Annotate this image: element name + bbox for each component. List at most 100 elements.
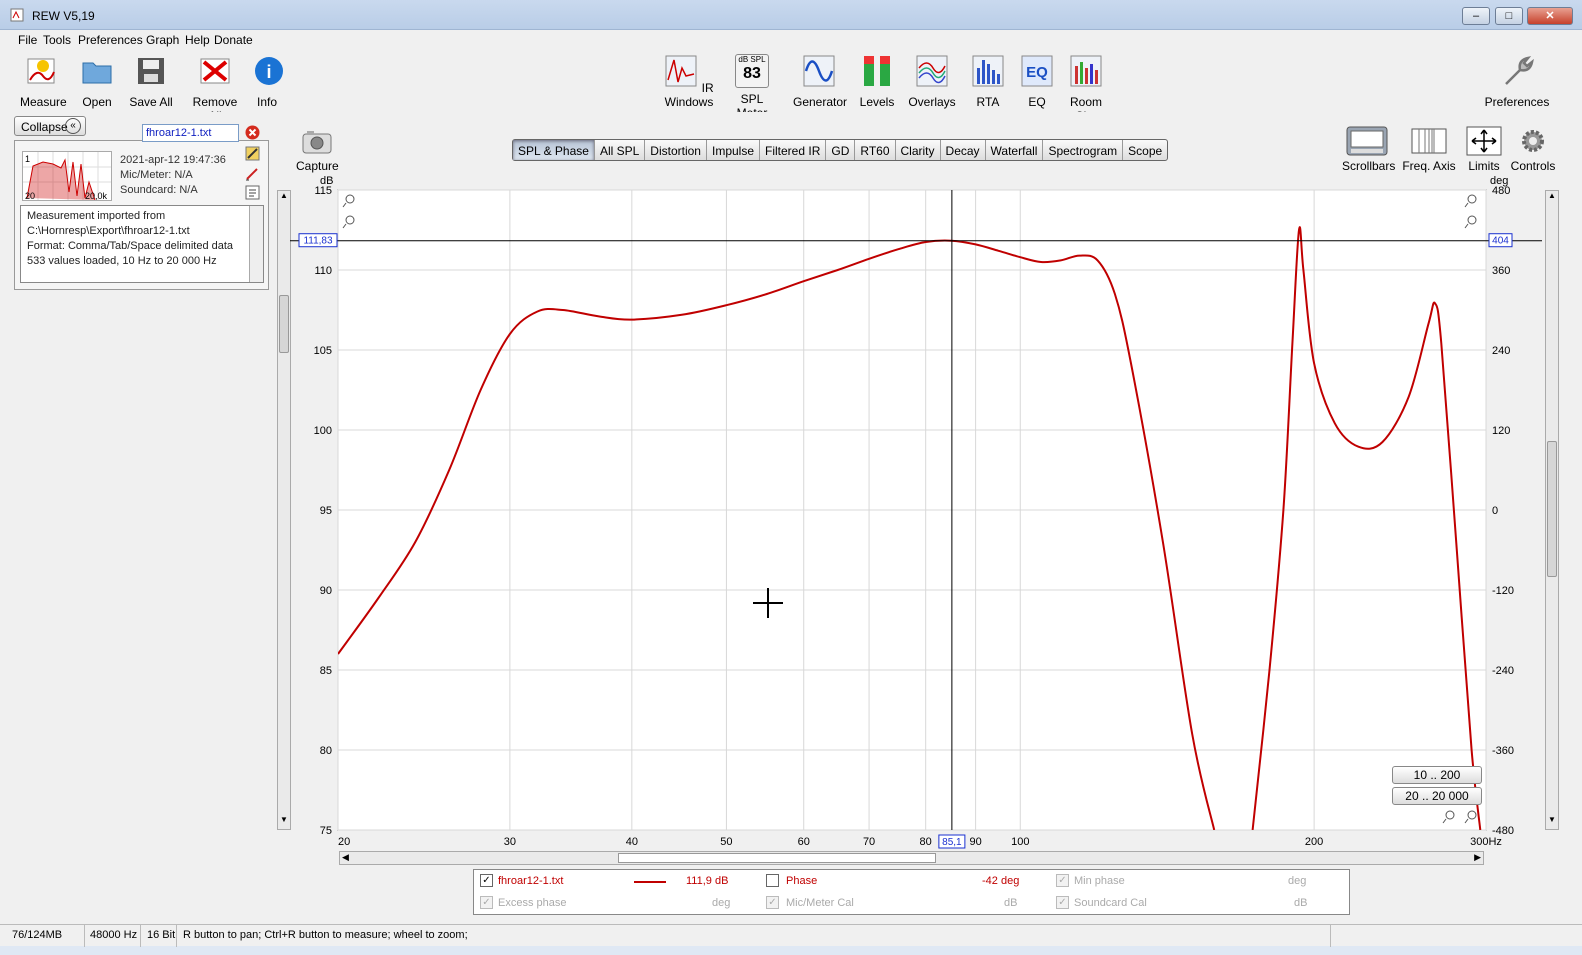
freq-axis-icon <box>1411 128 1447 154</box>
spl-meter-icon: dB SPL 83 <box>735 54 769 88</box>
rta-button[interactable]: RTA <box>970 54 1006 109</box>
menu-preferences[interactable]: Preferences <box>78 33 143 47</box>
y-tick-label: 80 <box>320 745 332 757</box>
minimize-button[interactable]: – <box>1462 7 1490 25</box>
graph-tabs: SPL & Phase All SPL Distortion Impulse F… <box>512 139 1169 161</box>
notes-scrollbar[interactable] <box>249 206 263 282</box>
tab-all-spl[interactable]: All SPL <box>595 140 646 160</box>
pencil-icon[interactable] <box>245 166 260 181</box>
spl-phase-chart[interactable]: 7580859095100105110115-480-360-240-12001… <box>290 176 1550 856</box>
save-all-icon <box>138 58 164 84</box>
x-tick-label: 80 <box>920 836 932 848</box>
maximize-button[interactable]: □ <box>1495 7 1523 25</box>
range-20-20000-button[interactable]: 20 .. 20 000 <box>1392 787 1482 805</box>
ir-windows-button[interactable]: IR Windows <box>659 54 719 109</box>
phase-checkbox[interactable] <box>766 874 779 887</box>
min-phase-checkbox[interactable]: ✓ <box>1056 874 1069 887</box>
menu-graph[interactable]: Graph <box>146 33 179 47</box>
close-button[interactable]: ✕ <box>1527 7 1573 25</box>
menu-file[interactable]: File <box>18 33 37 47</box>
y-tick-label: 90 <box>320 585 332 597</box>
soundcard-cal-value: dB <box>1294 897 1308 909</box>
y2-tick-label: 360 <box>1492 265 1510 277</box>
status-memory: 76/124MB <box>12 929 63 941</box>
trace-checkbox[interactable]: ✓ <box>480 874 493 887</box>
measurement-notes[interactable]: Measurement imported from C:\Hornresp\Ex… <box>20 205 264 283</box>
notes-line: Measurement imported from <box>27 210 166 222</box>
preferences-button[interactable]: Preferences <box>1484 54 1550 109</box>
measure-button[interactable]: Measure <box>20 54 67 109</box>
scroll-down-arrow-icon[interactable]: ▼ <box>278 815 290 829</box>
range-10-200-button[interactable]: 10 .. 200 <box>1392 766 1482 784</box>
tab-decay[interactable]: Decay <box>941 140 986 160</box>
status-bit-depth: 16 Bit <box>147 929 176 941</box>
menu-help[interactable]: Help <box>185 33 210 47</box>
tab-clarity[interactable]: Clarity <box>896 140 941 160</box>
trace-color-swatch <box>634 881 666 883</box>
generator-label: Generator <box>793 95 848 109</box>
svg-text:EQ: EQ <box>1026 64 1048 81</box>
info-button[interactable]: i Info <box>252 54 283 109</box>
trace-name: fhroar12-1.txt <box>498 875 564 887</box>
status-hint: R button to pan; Ctrl+R button to measur… <box>183 929 468 941</box>
left-vertical-scrollbar[interactable]: ▲ ▼ <box>277 190 291 830</box>
limits-button[interactable]: Limits <box>1464 126 1504 173</box>
menu-donate[interactable]: Donate <box>214 33 253 47</box>
controls-label: Controls <box>1510 159 1556 173</box>
capture-button[interactable]: Capture <box>296 130 339 173</box>
tab-impulse[interactable]: Impulse <box>707 140 761 160</box>
collapse-button[interactable]: Collapse « <box>14 116 86 136</box>
measurement-info-icon[interactable] <box>245 185 260 200</box>
x-tick-label: 100 <box>1011 836 1029 848</box>
mic-cal-checkbox[interactable]: ✓ <box>766 896 779 909</box>
title-bar: REW V5,19 – □ ✕ <box>0 0 1582 30</box>
tab-distortion[interactable]: Distortion <box>645 140 707 160</box>
x-tick-label: 300Hz <box>1470 836 1502 848</box>
y-axis-unit: dB <box>320 176 333 187</box>
soundcard-cal-checkbox[interactable]: ✓ <box>1056 896 1069 909</box>
controls-button[interactable]: Controls <box>1510 126 1556 173</box>
open-button[interactable]: Open <box>78 54 116 109</box>
tab-rt60[interactable]: RT60 <box>855 140 896 160</box>
tab-filtered-ir[interactable]: Filtered IR <box>760 140 827 160</box>
tab-spl-phase[interactable]: SPL & Phase <box>513 140 595 160</box>
tab-spectrogram[interactable]: Spectrogram <box>1043 140 1124 160</box>
generator-button[interactable]: Generator <box>793 54 848 109</box>
limits-label: Limits <box>1468 159 1500 173</box>
min-phase-label: Min phase <box>1074 875 1125 887</box>
collapse-label: Collapse <box>21 120 68 134</box>
measurement-mic: Mic/Meter: N/A <box>120 169 193 181</box>
y-tick-label: 100 <box>314 425 332 437</box>
scrollbar-thumb[interactable] <box>279 295 289 353</box>
camera-icon <box>302 131 332 154</box>
rta-bars-icon <box>972 55 1004 87</box>
spl-meter-button[interactable]: dB SPL 83 SPL Meter <box>727 54 777 120</box>
remove-all-icon <box>200 58 230 84</box>
freq-axis-button[interactable]: Freq. Axis <box>1402 126 1456 173</box>
tab-waterfall[interactable]: Waterfall <box>986 140 1044 160</box>
measurement-thumbnail[interactable]: 1 20 20,0k <box>22 151 112 201</box>
remove-measurement-icon[interactable] <box>245 125 260 140</box>
edit-notes-icon[interactable] <box>245 146 260 161</box>
menu-tools[interactable]: Tools <box>43 33 71 47</box>
levels-button[interactable]: Levels <box>858 54 896 109</box>
eq-icon: EQ <box>1021 55 1053 87</box>
excess-phase-checkbox[interactable]: ✓ <box>480 896 493 909</box>
scroll-up-arrow-icon[interactable]: ▲ <box>278 191 290 205</box>
x-tick-label: 40 <box>626 836 638 848</box>
save-all-button[interactable]: Save All <box>129 54 173 109</box>
eq-button[interactable]: EQ EQ <box>1020 54 1054 109</box>
measurement-name-field[interactable] <box>142 124 239 142</box>
sine-wave-icon <box>803 55 835 87</box>
tab-scope[interactable]: Scope <box>1123 140 1167 160</box>
tab-gd[interactable]: GD <box>826 140 856 160</box>
scrollbars-button[interactable]: Scrollbars <box>1342 126 1395 173</box>
measurement-soundcard: Soundcard: N/A <box>120 184 198 196</box>
save-all-label: Save All <box>129 95 173 109</box>
overlays-button[interactable]: Overlays <box>908 54 956 109</box>
spl-meter-unit: dB SPL <box>738 55 766 64</box>
svg-text:i: i <box>266 62 271 82</box>
y-tick-label: 95 <box>320 505 332 517</box>
y-tick-label: 75 <box>320 825 332 837</box>
overlays-label: Overlays <box>908 95 956 109</box>
